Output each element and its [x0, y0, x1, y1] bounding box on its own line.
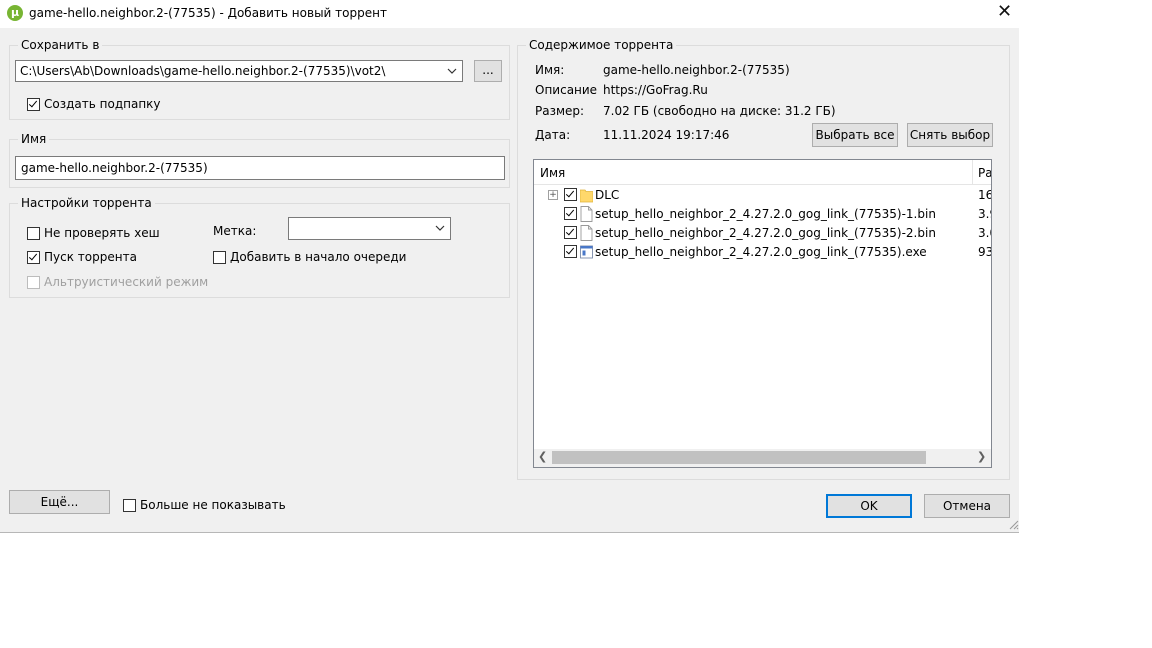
- start-torrent-label: Пуск торрента: [44, 250, 137, 264]
- checkbox-box: [123, 498, 136, 512]
- deselect-all-button[interactable]: Снять выбор: [907, 123, 993, 147]
- skip-hash-checkbox[interactable]: Не проверять хеш: [27, 226, 160, 240]
- column-name-header[interactable]: Имя: [540, 166, 565, 180]
- scrollbar-thumb[interactable]: [552, 451, 926, 464]
- close-button[interactable]: ✕: [990, 0, 1019, 26]
- torrent-name-value: game-hello.neighbor.2-(77535): [21, 161, 208, 175]
- file-icon: [580, 225, 593, 241]
- check-mark-icon: [565, 188, 575, 198]
- column-size-header[interactable]: Ра: [978, 166, 991, 180]
- resize-grip-icon[interactable]: [1007, 518, 1019, 530]
- file-name: setup_hello_neighbor_2_4.27.2.0_gog_link…: [595, 245, 927, 259]
- tree-row[interactable]: setup_hello_neighbor_2_4.27.2.0_gog_link…: [534, 224, 991, 243]
- info-date-label: Дата:: [535, 128, 571, 142]
- check-mark-icon: [28, 251, 38, 260]
- folder-icon: [580, 189, 593, 203]
- file-size: 3.0: [978, 226, 991, 240]
- add-to-queue-top-label: Добавить в начало очереди: [230, 250, 407, 264]
- info-name-label: Имя:: [535, 63, 565, 77]
- tree-row[interactable]: + DLC 16: [534, 186, 991, 205]
- checkbox-box: [27, 250, 40, 264]
- create-subfolder-checkbox[interactable]: Создать подпапку: [27, 97, 161, 111]
- file-size: 3.9: [978, 207, 991, 221]
- save-path-combobox[interactable]: C:\Users\Ab\Downloads\game-hello.neighbo…: [15, 60, 463, 82]
- more-button[interactable]: Ещё...: [9, 490, 110, 514]
- torrent-name-field[interactable]: game-hello.neighbor.2-(77535): [15, 156, 505, 180]
- window-title: game-hello.neighbor.2-(77535) - Добавить…: [29, 6, 387, 20]
- row-checkbox[interactable]: [564, 226, 581, 239]
- skip-hash-label: Не проверять хеш: [44, 226, 160, 240]
- expand-plus-icon[interactable]: +: [548, 190, 558, 200]
- name-legend: Имя: [18, 132, 50, 146]
- row-checkbox[interactable]: [564, 245, 581, 258]
- tree-row[interactable]: setup_hello_neighbor_2_4.27.2.0_gog_link…: [534, 243, 991, 262]
- label-caption: Метка:: [213, 224, 257, 238]
- chevron-down-icon: [447, 68, 457, 74]
- checkbox-box: [213, 250, 226, 264]
- exe-icon: [580, 245, 593, 259]
- utorrent-logo-icon: µ: [7, 5, 23, 21]
- ok-button[interactable]: OK: [826, 494, 912, 518]
- checkbox-box: [27, 275, 40, 289]
- info-size-value: 7.02 ГБ (свободно на диске: 31.2 ГБ): [603, 104, 836, 118]
- scroll-right-icon[interactable]: ❯: [977, 450, 986, 463]
- file-size: 16: [978, 188, 992, 202]
- torrent-contents-legend: Содержимое торрента: [526, 38, 677, 52]
- scroll-left-icon[interactable]: ❮: [538, 450, 547, 463]
- dont-show-again-checkbox[interactable]: Больше не показывать: [123, 498, 286, 512]
- torrent-settings-legend: Настройки торрента: [18, 196, 155, 210]
- checkbox-box: [564, 188, 577, 201]
- title-bar: µ game-hello.neighbor.2-(77535) - Добави…: [0, 0, 1019, 28]
- file-name: setup_hello_neighbor_2_4.27.2.0_gog_link…: [595, 226, 936, 240]
- chevron-down-icon: [435, 225, 445, 231]
- check-mark-icon: [565, 226, 575, 236]
- add-to-queue-top-checkbox[interactable]: Добавить в начало очереди: [213, 250, 406, 264]
- cancel-button[interactable]: Отмена: [924, 494, 1010, 518]
- save-to-legend: Сохранить в: [18, 38, 103, 52]
- tree-row[interactable]: setup_hello_neighbor_2_4.27.2.0_gog_link…: [534, 205, 991, 224]
- checkbox-box: [27, 97, 40, 111]
- tree-header: Имя Ра: [534, 160, 991, 185]
- info-description-value: https://GoFrag.Ru: [603, 83, 708, 97]
- check-mark-icon: [565, 245, 575, 255]
- file-name: DLC: [595, 188, 620, 202]
- altruistic-mode-label: Альтруистический режим: [44, 275, 209, 289]
- select-all-button[interactable]: Выбрать все: [812, 123, 898, 147]
- checkbox-box: [564, 226, 577, 239]
- browse-button[interactable]: ...: [474, 60, 502, 82]
- start-torrent-checkbox[interactable]: Пуск торрента: [27, 250, 137, 264]
- checkbox-box: [564, 245, 577, 258]
- column-separator[interactable]: [972, 160, 973, 184]
- info-date-value: 11.11.2024 19:17:46: [603, 128, 730, 142]
- checkbox-box: [564, 207, 577, 220]
- row-checkbox[interactable]: [564, 207, 581, 220]
- row-checkbox[interactable]: [564, 188, 581, 201]
- label-combobox[interactable]: [288, 217, 451, 240]
- info-name-value: game-hello.neighbor.2-(77535): [603, 63, 790, 77]
- add-torrent-dialog: µ game-hello.neighbor.2-(77535) - Добави…: [0, 0, 1019, 533]
- check-mark-icon: [565, 207, 575, 217]
- info-size-label: Размер:: [535, 104, 585, 118]
- horizontal-scrollbar[interactable]: ❮ ❯: [534, 449, 991, 467]
- info-description-label: Описание: [535, 83, 598, 97]
- check-mark-icon: [28, 98, 38, 107]
- file-icon: [580, 206, 593, 222]
- file-size: 93: [978, 245, 992, 259]
- file-tree[interactable]: Имя Ра + DLC 16 setup_hello_neighbor_2_4…: [533, 159, 992, 468]
- save-path-value: C:\Users\Ab\Downloads\game-hello.neighbo…: [20, 64, 386, 78]
- create-subfolder-label: Создать подпапку: [44, 97, 161, 111]
- altruistic-mode-checkbox[interactable]: Альтруистический режим: [27, 275, 208, 289]
- dont-show-again-label: Больше не показывать: [140, 498, 286, 512]
- checkbox-box: [27, 226, 40, 240]
- file-name: setup_hello_neighbor_2_4.27.2.0_gog_link…: [595, 207, 936, 221]
